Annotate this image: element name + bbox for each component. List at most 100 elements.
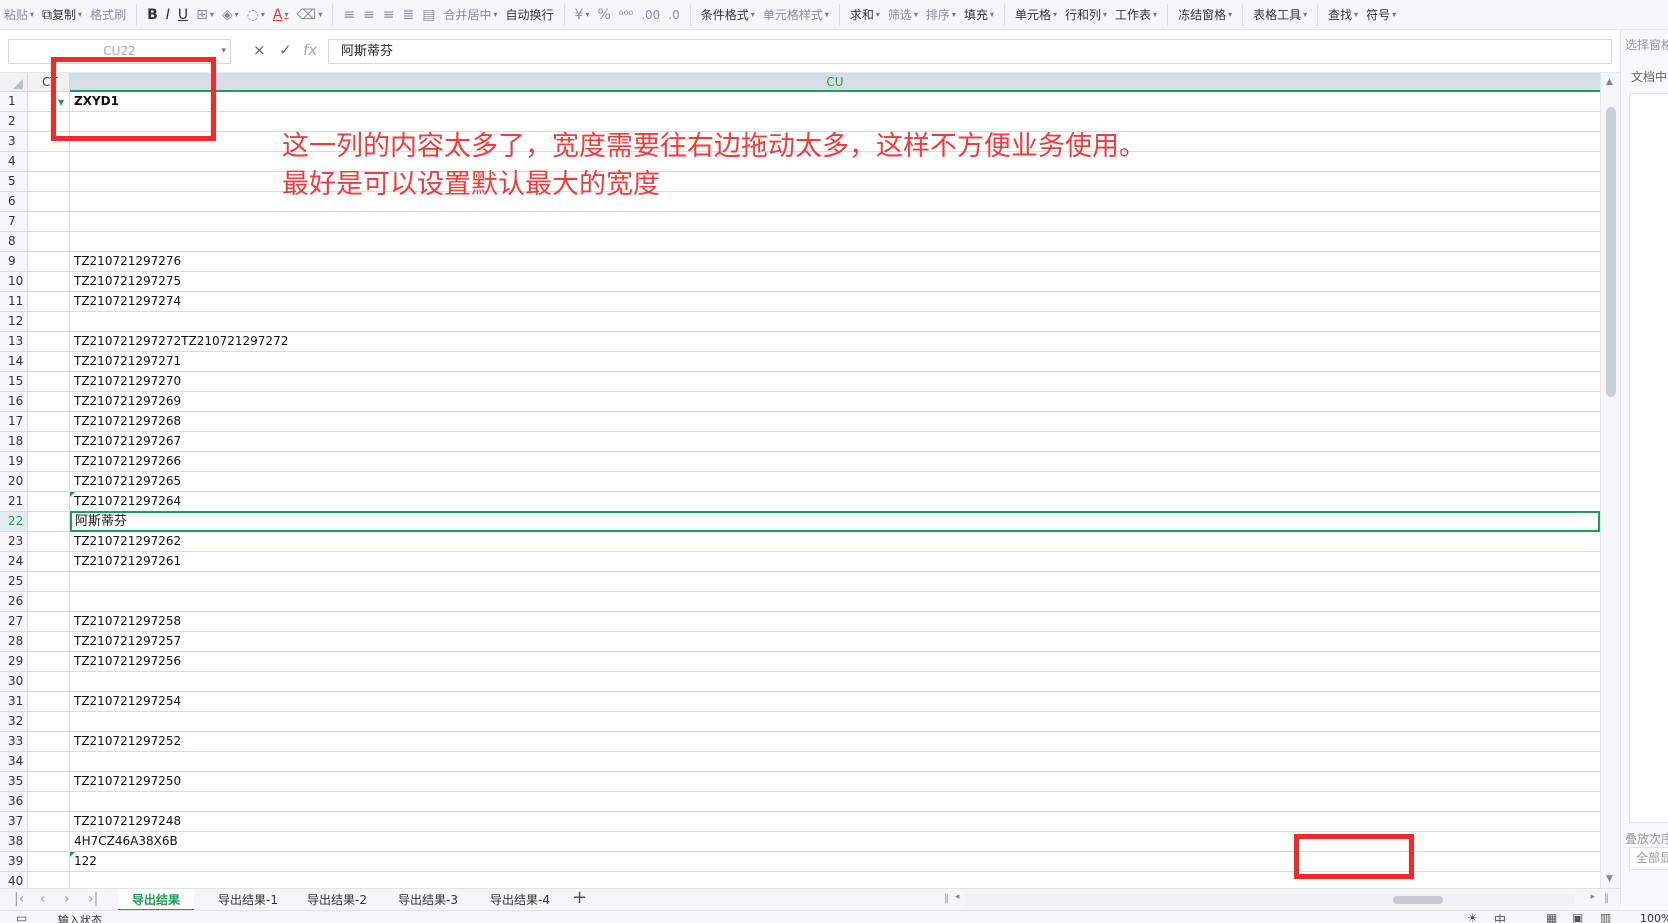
row-header[interactable]: 35 — [0, 772, 28, 791]
find-button[interactable]: 查找 ▾ — [1324, 4, 1362, 26]
cell-ct[interactable] — [28, 252, 70, 271]
cell-cu[interactable] — [70, 712, 1600, 731]
row-header[interactable]: 36 — [0, 792, 28, 811]
align-right-icon[interactable]: ≡ — [379, 4, 399, 26]
thousands-icon[interactable]: ⁰⁰⁰ — [615, 4, 637, 26]
normal-view-icon[interactable]: ▦ — [1546, 911, 1557, 923]
scroll-up-icon[interactable]: ▲ — [1606, 77, 1613, 87]
formula-input[interactable]: 阿斯蒂芬 — [328, 39, 1612, 64]
wrap-text-button[interactable]: 自动换行 — [502, 4, 558, 26]
eraser-icon[interactable]: ⌫ ▾ — [293, 4, 327, 26]
scroll-left-icon[interactable]: ◂ — [955, 892, 960, 902]
cell-ct[interactable] — [28, 572, 70, 591]
cell-ct[interactable] — [28, 172, 70, 191]
sheet-tab[interactable]: 导出结果-1 — [204, 889, 292, 911]
sheet-tab[interactable]: 导出结果 — [118, 889, 195, 911]
underline-button[interactable]: U — [174, 4, 192, 26]
scroll-down-icon[interactable]: ▼ — [1606, 874, 1613, 884]
cell-ct[interactable] — [28, 372, 70, 391]
cell-ct[interactable] — [28, 772, 70, 791]
row-header[interactable]: 2 — [0, 112, 28, 131]
cell-cu[interactable]: TZ210721297272TZ210721297272 — [70, 332, 1600, 351]
freeze-button[interactable]: 冻结窗格 ▾ — [1174, 4, 1236, 26]
cell-ct[interactable] — [28, 352, 70, 371]
justify-icon[interactable]: ≣ — [399, 4, 419, 26]
filter-button[interactable]: 筛选 ▾ — [884, 4, 922, 26]
currency-button[interactable]: ¥ ▾ — [571, 4, 594, 26]
horizontal-scroll-track[interactable] — [965, 894, 1575, 906]
cell-ct[interactable] — [28, 612, 70, 631]
select-all-corner[interactable] — [0, 73, 28, 92]
sheet-tab[interactable]: 导出结果-2 — [293, 889, 381, 911]
row-header[interactable]: 6 — [0, 192, 28, 211]
page-break-icon[interactable]: ▥ — [1600, 911, 1611, 923]
row-header[interactable]: 10 — [0, 272, 28, 291]
bold-button[interactable]: B — [143, 4, 162, 26]
cell-ct[interactable] — [28, 312, 70, 331]
row-header[interactable]: 40 — [0, 872, 28, 888]
cell-ct[interactable] — [28, 472, 70, 491]
show-all-button[interactable]: 全部显示 — [1629, 847, 1668, 870]
cell-cu[interactable]: TZ210721297264 — [70, 492, 1600, 511]
cell-cu[interactable]: TZ210721297257 — [70, 632, 1600, 651]
row-header[interactable]: 11 — [0, 292, 28, 311]
cell-cu[interactable]: TZ210721297271 — [70, 352, 1600, 371]
borders-icon[interactable]: ⊞ ▾ — [192, 4, 218, 26]
cell-ct[interactable] — [28, 712, 70, 731]
cell-ct[interactable] — [28, 692, 70, 711]
cell-cu[interactable]: TZ210721297268 — [70, 412, 1600, 431]
cell-cu[interactable]: TZ210721297270 — [70, 372, 1600, 391]
cell-cu[interactable] — [70, 312, 1600, 331]
worksheet-button[interactable]: 工作表 ▾ — [1111, 4, 1161, 26]
font-color-button[interactable]: A ▾ — [269, 4, 293, 26]
row-header[interactable]: 7 — [0, 212, 28, 231]
row-header[interactable]: 21 — [0, 492, 28, 511]
row-header[interactable]: 25 — [0, 572, 28, 591]
row-header[interactable]: 13 — [0, 332, 28, 351]
row-header[interactable]: 3 — [0, 132, 28, 151]
scroll-right-icon[interactable]: ▸ — [1590, 892, 1595, 902]
cell-ct[interactable] — [28, 272, 70, 291]
row-header[interactable]: 12 — [0, 312, 28, 331]
cell-ct[interactable] — [28, 832, 70, 851]
row-header[interactable]: 31 — [0, 692, 28, 711]
row-header[interactable]: 33 — [0, 732, 28, 751]
sheet-tab[interactable]: 导出结果-3 — [384, 889, 472, 911]
cell-cu[interactable]: TZ210721297266 — [70, 452, 1600, 471]
cell-ct[interactable] — [28, 652, 70, 671]
row-col-button[interactable]: 行和列 ▾ — [1061, 4, 1111, 26]
cell-cu[interactable]: TZ210721297265 — [70, 472, 1600, 491]
last-sheet-icon[interactable]: ›| — [88, 891, 98, 907]
paste-button[interactable]: 粘贴 ▾ — [0, 4, 38, 26]
conditional-format-button[interactable]: 条件格式 ▾ — [697, 4, 759, 26]
row-header[interactable]: 29 — [0, 652, 28, 671]
cell-ct[interactable] — [28, 752, 70, 771]
cell-ct[interactable] — [28, 672, 70, 691]
distribute-icon[interactable]: ▤ — [418, 4, 439, 26]
cell-ct[interactable] — [28, 512, 70, 531]
chevron-down-icon[interactable]: ▾ — [221, 40, 226, 63]
cell-ct[interactable] — [28, 212, 70, 231]
row-header[interactable]: 15 — [0, 372, 28, 391]
object-list[interactable] — [1629, 93, 1668, 823]
cell-cu[interactable]: TZ210721297276 — [70, 252, 1600, 271]
row-header[interactable]: 19 — [0, 452, 28, 471]
fill-button[interactable]: 填充 ▾ — [960, 4, 998, 26]
row-header[interactable]: 23 — [0, 532, 28, 551]
page-layout-icon[interactable]: ▣ — [1572, 911, 1583, 923]
row-header[interactable]: 32 — [0, 712, 28, 731]
row-header[interactable]: 39 — [0, 852, 28, 871]
cell-cu[interactable]: TZ210721297269 — [70, 392, 1600, 411]
cell-ct[interactable] — [28, 552, 70, 571]
cell-cu[interactable]: TZ210721297274 — [70, 292, 1600, 311]
split-handle-icon[interactable]: ‖ — [944, 893, 949, 904]
copy-button[interactable]: ⧉ 复制 ▾ — [38, 4, 86, 26]
macro-icon[interactable]: ▭ — [16, 911, 27, 923]
cell-ct[interactable] — [28, 792, 70, 811]
sort-button[interactable]: 排序 ▾ — [922, 4, 960, 26]
percent-button[interactable]: % — [593, 4, 614, 26]
row-header[interactable]: 1 — [0, 92, 28, 111]
row-header[interactable]: 37 — [0, 812, 28, 831]
cell-ct[interactable] — [28, 432, 70, 451]
cell-ct[interactable] — [28, 872, 70, 888]
